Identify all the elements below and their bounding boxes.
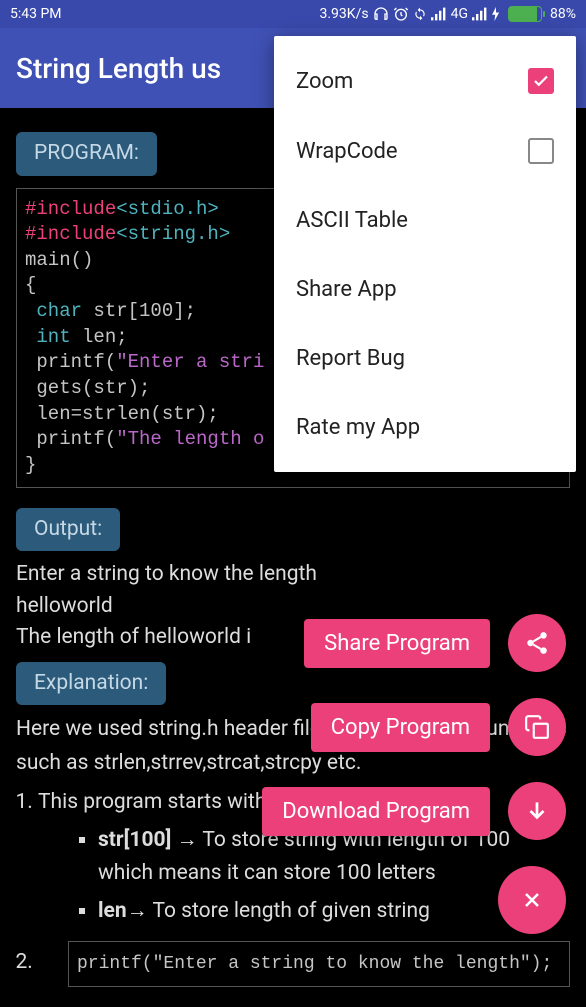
menu-zoom[interactable]: Zoom xyxy=(274,46,576,116)
status-time: 5:43 PM xyxy=(10,6,62,22)
menu-label: Share App xyxy=(296,277,397,302)
menu-label: Zoom xyxy=(296,69,353,94)
close-icon xyxy=(520,888,544,912)
fab-label-download[interactable]: Download Program xyxy=(262,787,490,836)
battery-icon xyxy=(508,6,542,22)
explanation-tag: Explanation: xyxy=(16,662,166,706)
signal-icon xyxy=(431,7,447,21)
alarm-icon xyxy=(393,6,409,22)
fab-row-share: Share Program xyxy=(304,614,566,672)
close-fab-button[interactable] xyxy=(498,866,566,934)
overflow-menu: Zoom WrapCode ASCII Table Share App Repo… xyxy=(274,36,576,472)
download-button[interactable] xyxy=(508,782,566,840)
headphones-icon xyxy=(373,6,389,22)
fab-stack: Share Program Copy Program Download Prog… xyxy=(262,614,566,934)
fab-row-close xyxy=(498,866,566,934)
menu-label: ASCII Table xyxy=(296,208,408,233)
menu-report-bug[interactable]: Report Bug xyxy=(274,324,576,393)
checkbox-unchecked-icon[interactable] xyxy=(528,138,554,164)
network-label: 4G xyxy=(451,6,468,22)
menu-label: Report Bug xyxy=(296,346,405,371)
copy-button[interactable] xyxy=(508,698,566,756)
list-item: printf("Enter a string to know the lengt… xyxy=(38,941,570,988)
menu-label: Rate my App xyxy=(296,415,420,440)
status-right: 3.93K/s 4G 88% xyxy=(62,6,576,22)
fab-row-download: Download Program xyxy=(262,782,566,840)
fab-row-copy: Copy Program xyxy=(311,698,566,756)
copy-icon xyxy=(524,714,550,740)
page-title: String Length us xyxy=(16,52,221,85)
sync-icon xyxy=(413,7,427,21)
battery-pct: 88% xyxy=(550,6,576,22)
status-speed: 3.93K/s xyxy=(320,6,369,22)
code-snippet: printf("Enter a string to know the lengt… xyxy=(68,941,570,988)
program-tag: PROGRAM: xyxy=(16,132,157,176)
fab-label-copy[interactable]: Copy Program xyxy=(311,703,490,752)
menu-wrapcode[interactable]: WrapCode xyxy=(274,116,576,186)
signal-icon-2 xyxy=(472,7,488,21)
menu-rate-app[interactable]: Rate my App xyxy=(274,393,576,462)
checkbox-checked-icon[interactable] xyxy=(528,68,554,94)
fab-label-share[interactable]: Share Program xyxy=(304,619,490,668)
menu-ascii-table[interactable]: ASCII Table xyxy=(274,186,576,255)
status-bar: 5:43 PM 3.93K/s 4G 88% xyxy=(0,0,586,28)
menu-share-app[interactable]: Share App xyxy=(274,255,576,324)
output-tag: Output: xyxy=(16,508,120,552)
share-button[interactable] xyxy=(508,614,566,672)
charging-icon xyxy=(492,7,500,21)
menu-label: WrapCode xyxy=(296,139,398,164)
download-icon xyxy=(524,798,550,824)
share-icon xyxy=(524,630,550,656)
